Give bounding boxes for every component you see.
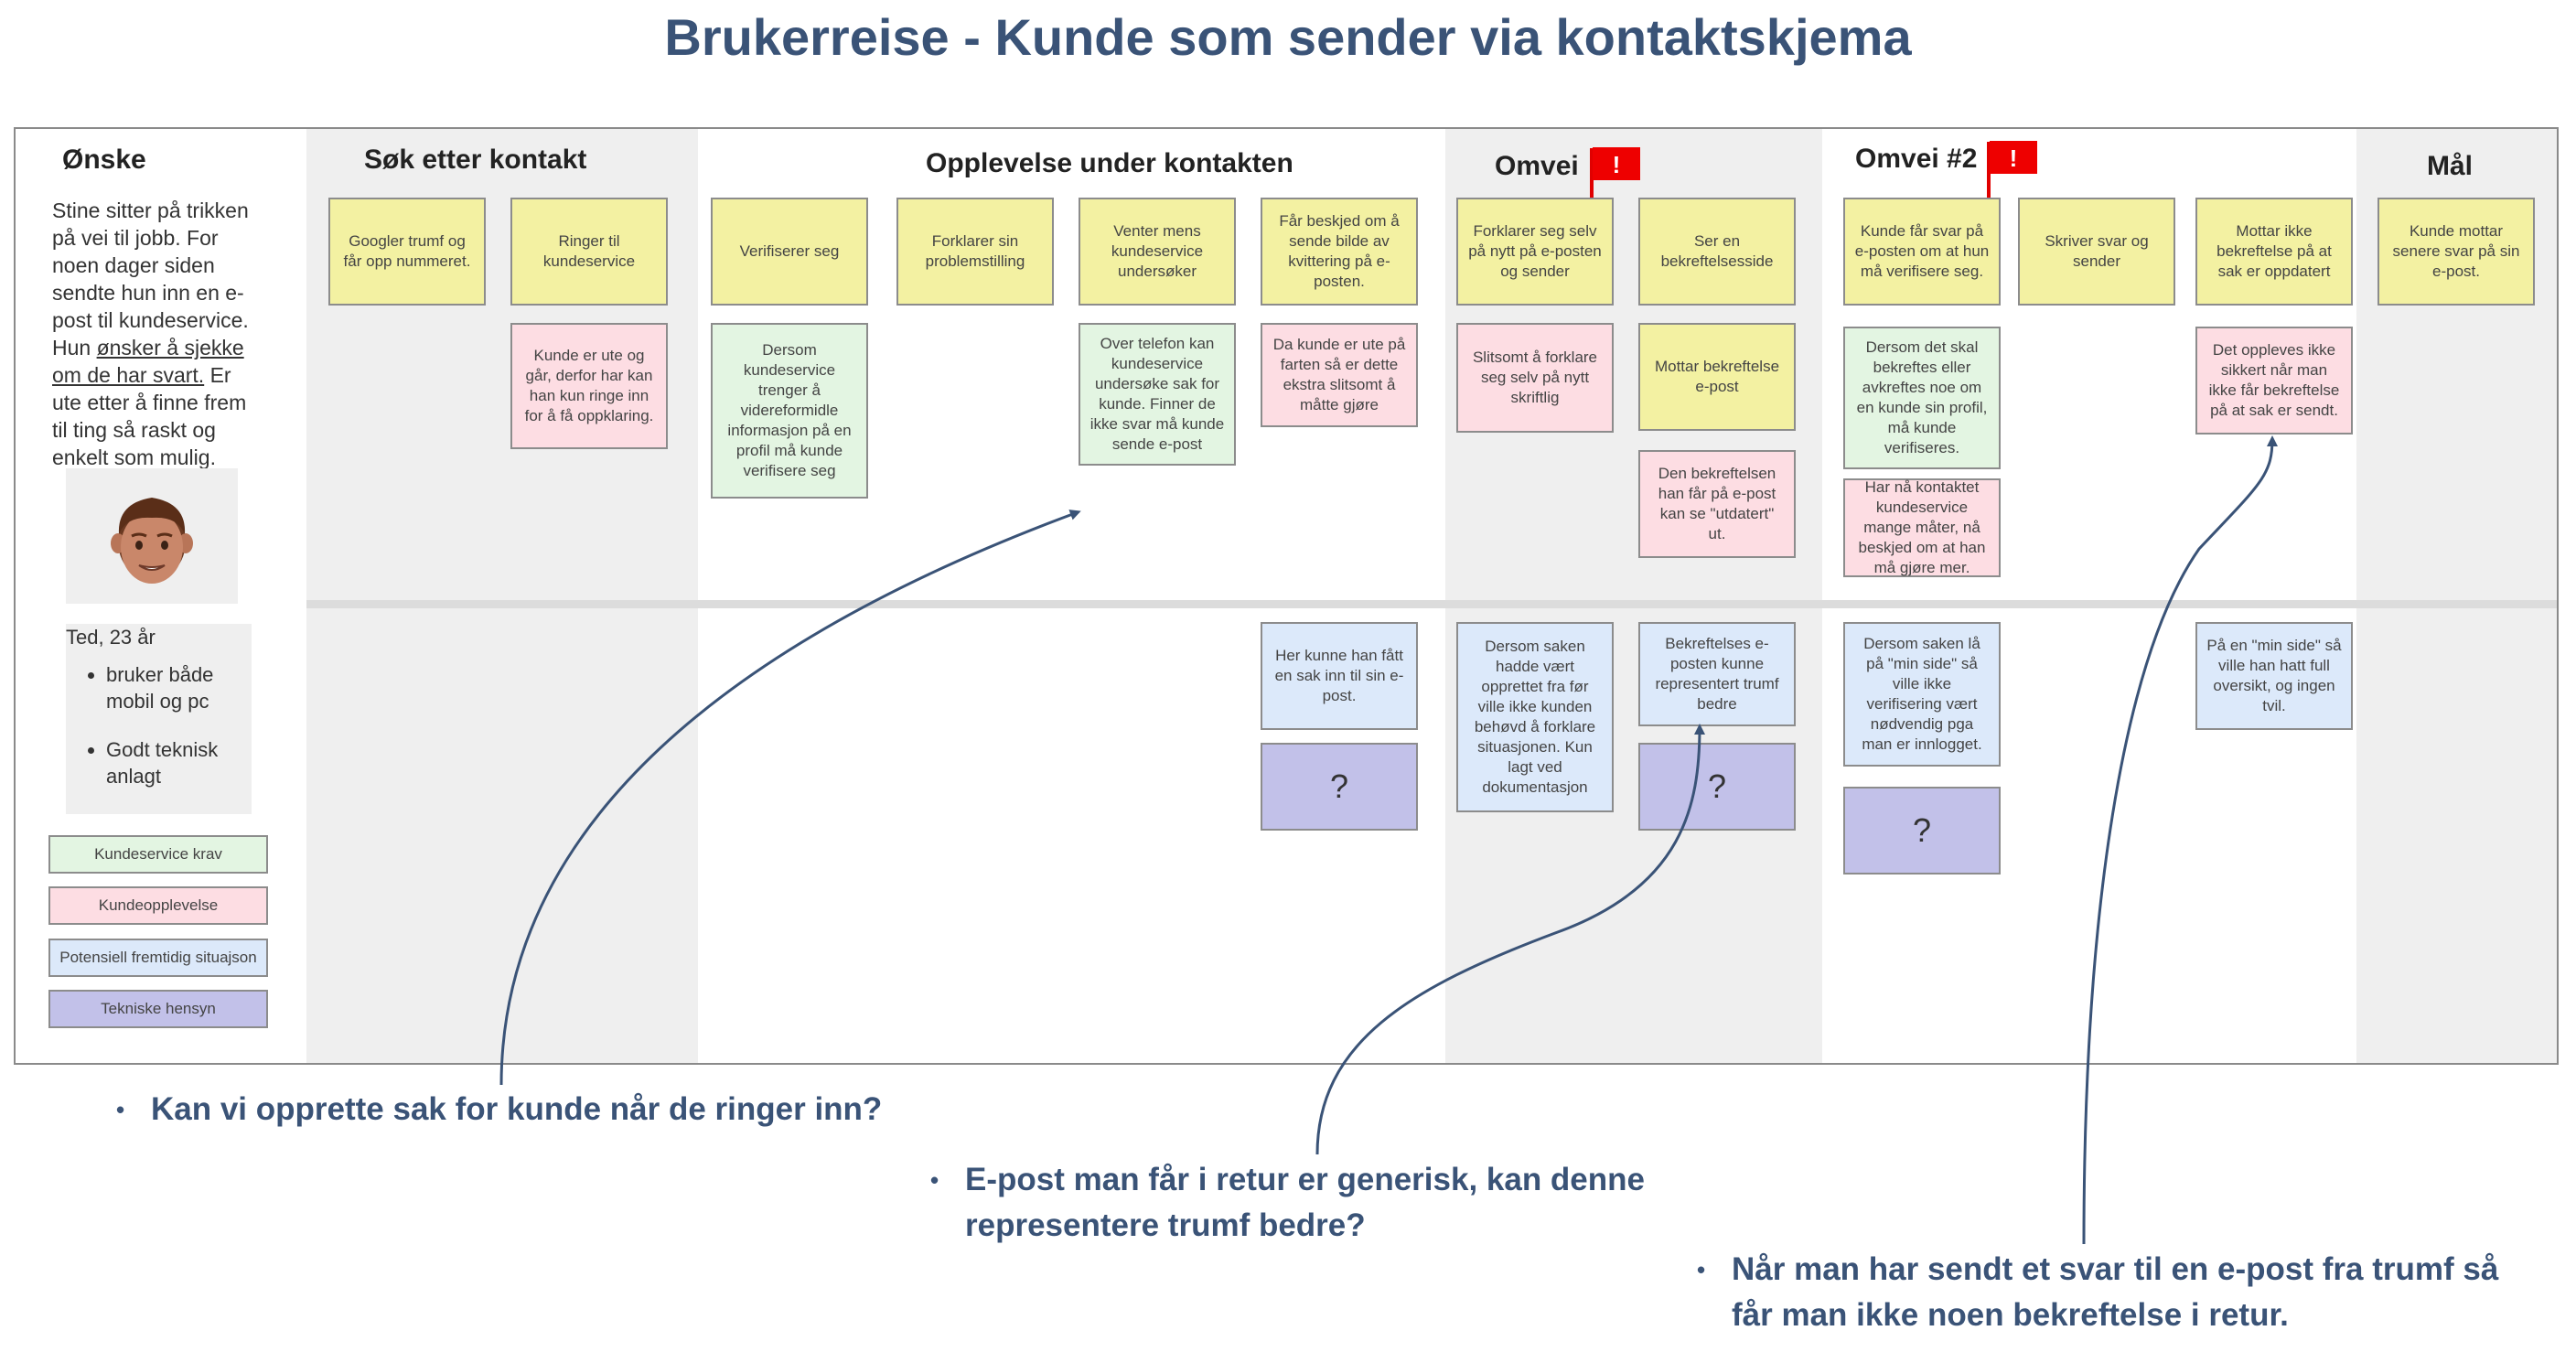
question-bullet: • Kan vi opprette sak for kunde når de ri… bbox=[116, 1087, 1066, 1132]
question-bullet: • Når man har sendt et svar til en e-post… bbox=[1697, 1247, 2537, 1338]
arrow-2 bbox=[1315, 724, 1705, 1155]
annotation-arrows bbox=[499, 435, 2278, 1245]
arrow-3 bbox=[2082, 435, 2278, 1245]
arrow-1 bbox=[499, 510, 1081, 1086]
bullet-dot-icon: • bbox=[930, 1166, 939, 1194]
question-bullet: • E-post man får i retur er generisk, kan… bbox=[930, 1157, 1733, 1249]
bullet-dot-icon: • bbox=[116, 1096, 125, 1123]
bullet-dot-icon: • bbox=[1697, 1256, 1706, 1283]
